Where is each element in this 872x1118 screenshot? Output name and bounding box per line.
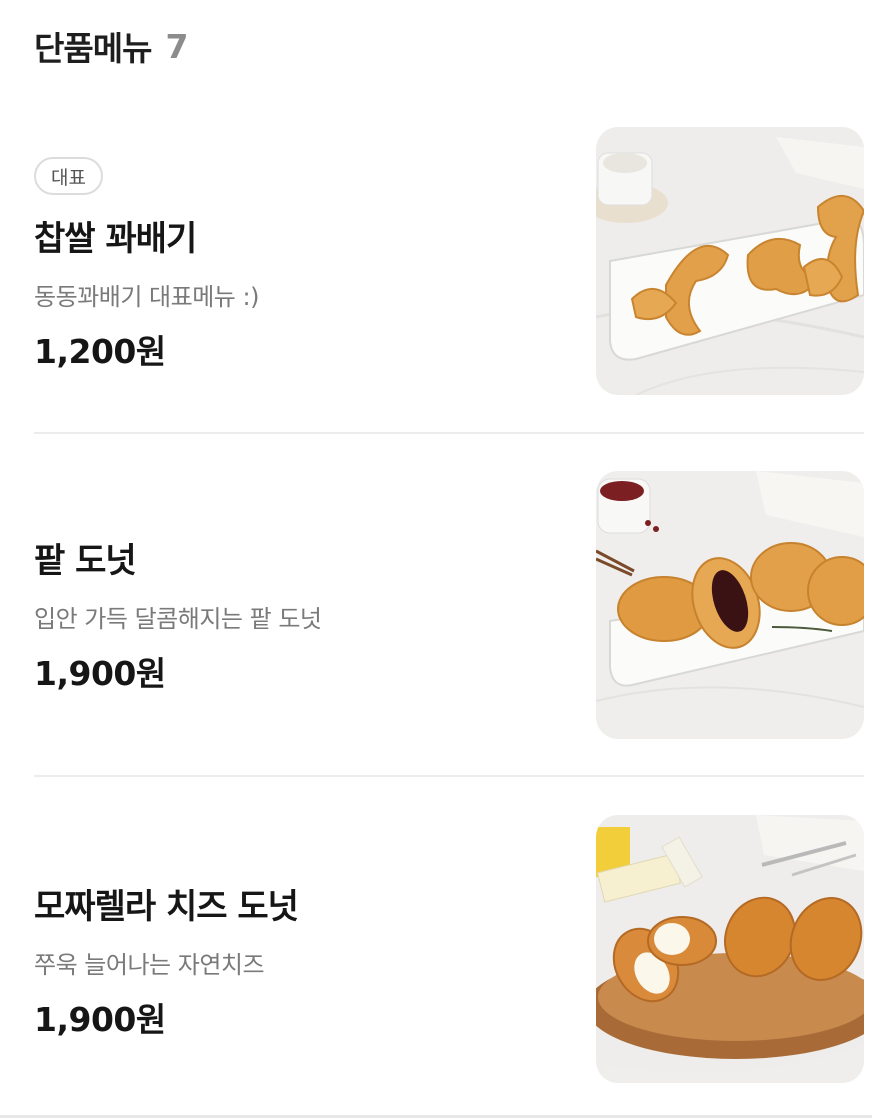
menu-item[interactable]: 팥 도넛 입안 가득 달콤해지는 팥 도넛 1,900원: [34, 471, 864, 741]
signature-badge: 대표: [34, 157, 103, 195]
menu-item-name: 찹쌀 꽈배기: [34, 219, 197, 259]
menu-item-info: 모짜렐라 치즈 도넛 쭈욱 늘어나는 자연치즈 1,900원: [34, 815, 554, 1085]
menu-section-header: 단품메뉴 7: [34, 22, 188, 70]
red-bean-donut-photo[interactable]: [596, 471, 864, 739]
menu-item-name: 팥 도넛: [34, 541, 137, 581]
menu-item-description: 동동꽈배기 대표메뉴 :): [34, 283, 259, 311]
item-count: 7: [165, 26, 189, 66]
menu-item-price: 1,900원: [34, 1000, 166, 1039]
item-divider: [34, 775, 864, 777]
menu-item-description: 입안 가득 달콤해지는 팥 도넛: [34, 605, 322, 633]
menu-item-description: 쭈욱 늘어나는 자연치즈: [34, 951, 265, 979]
menu-item[interactable]: 대표 찹쌀 꽈배기 동동꽈배기 대표메뉴 :) 1,200원: [34, 127, 864, 397]
menu-item-info: 대표 찹쌀 꽈배기 동동꽈배기 대표메뉴 :) 1,200원: [34, 127, 554, 397]
menu-item[interactable]: 모짜렐라 치즈 도넛 쭈욱 늘어나는 자연치즈 1,900원: [34, 815, 864, 1085]
section-title: 단품메뉴: [34, 29, 152, 68]
item-divider: [34, 432, 864, 434]
twisted-donut-photo[interactable]: [596, 127, 864, 395]
mozzarella-cheese-donut-photo[interactable]: [596, 815, 864, 1083]
menu-item-price: 1,900원: [34, 654, 166, 693]
menu-item-name: 모짜렐라 치즈 도넛: [34, 887, 299, 927]
menu-item-price: 1,200원: [34, 332, 166, 371]
menu-item-info: 팥 도넛 입안 가득 달콤해지는 팥 도넛 1,900원: [34, 471, 554, 741]
